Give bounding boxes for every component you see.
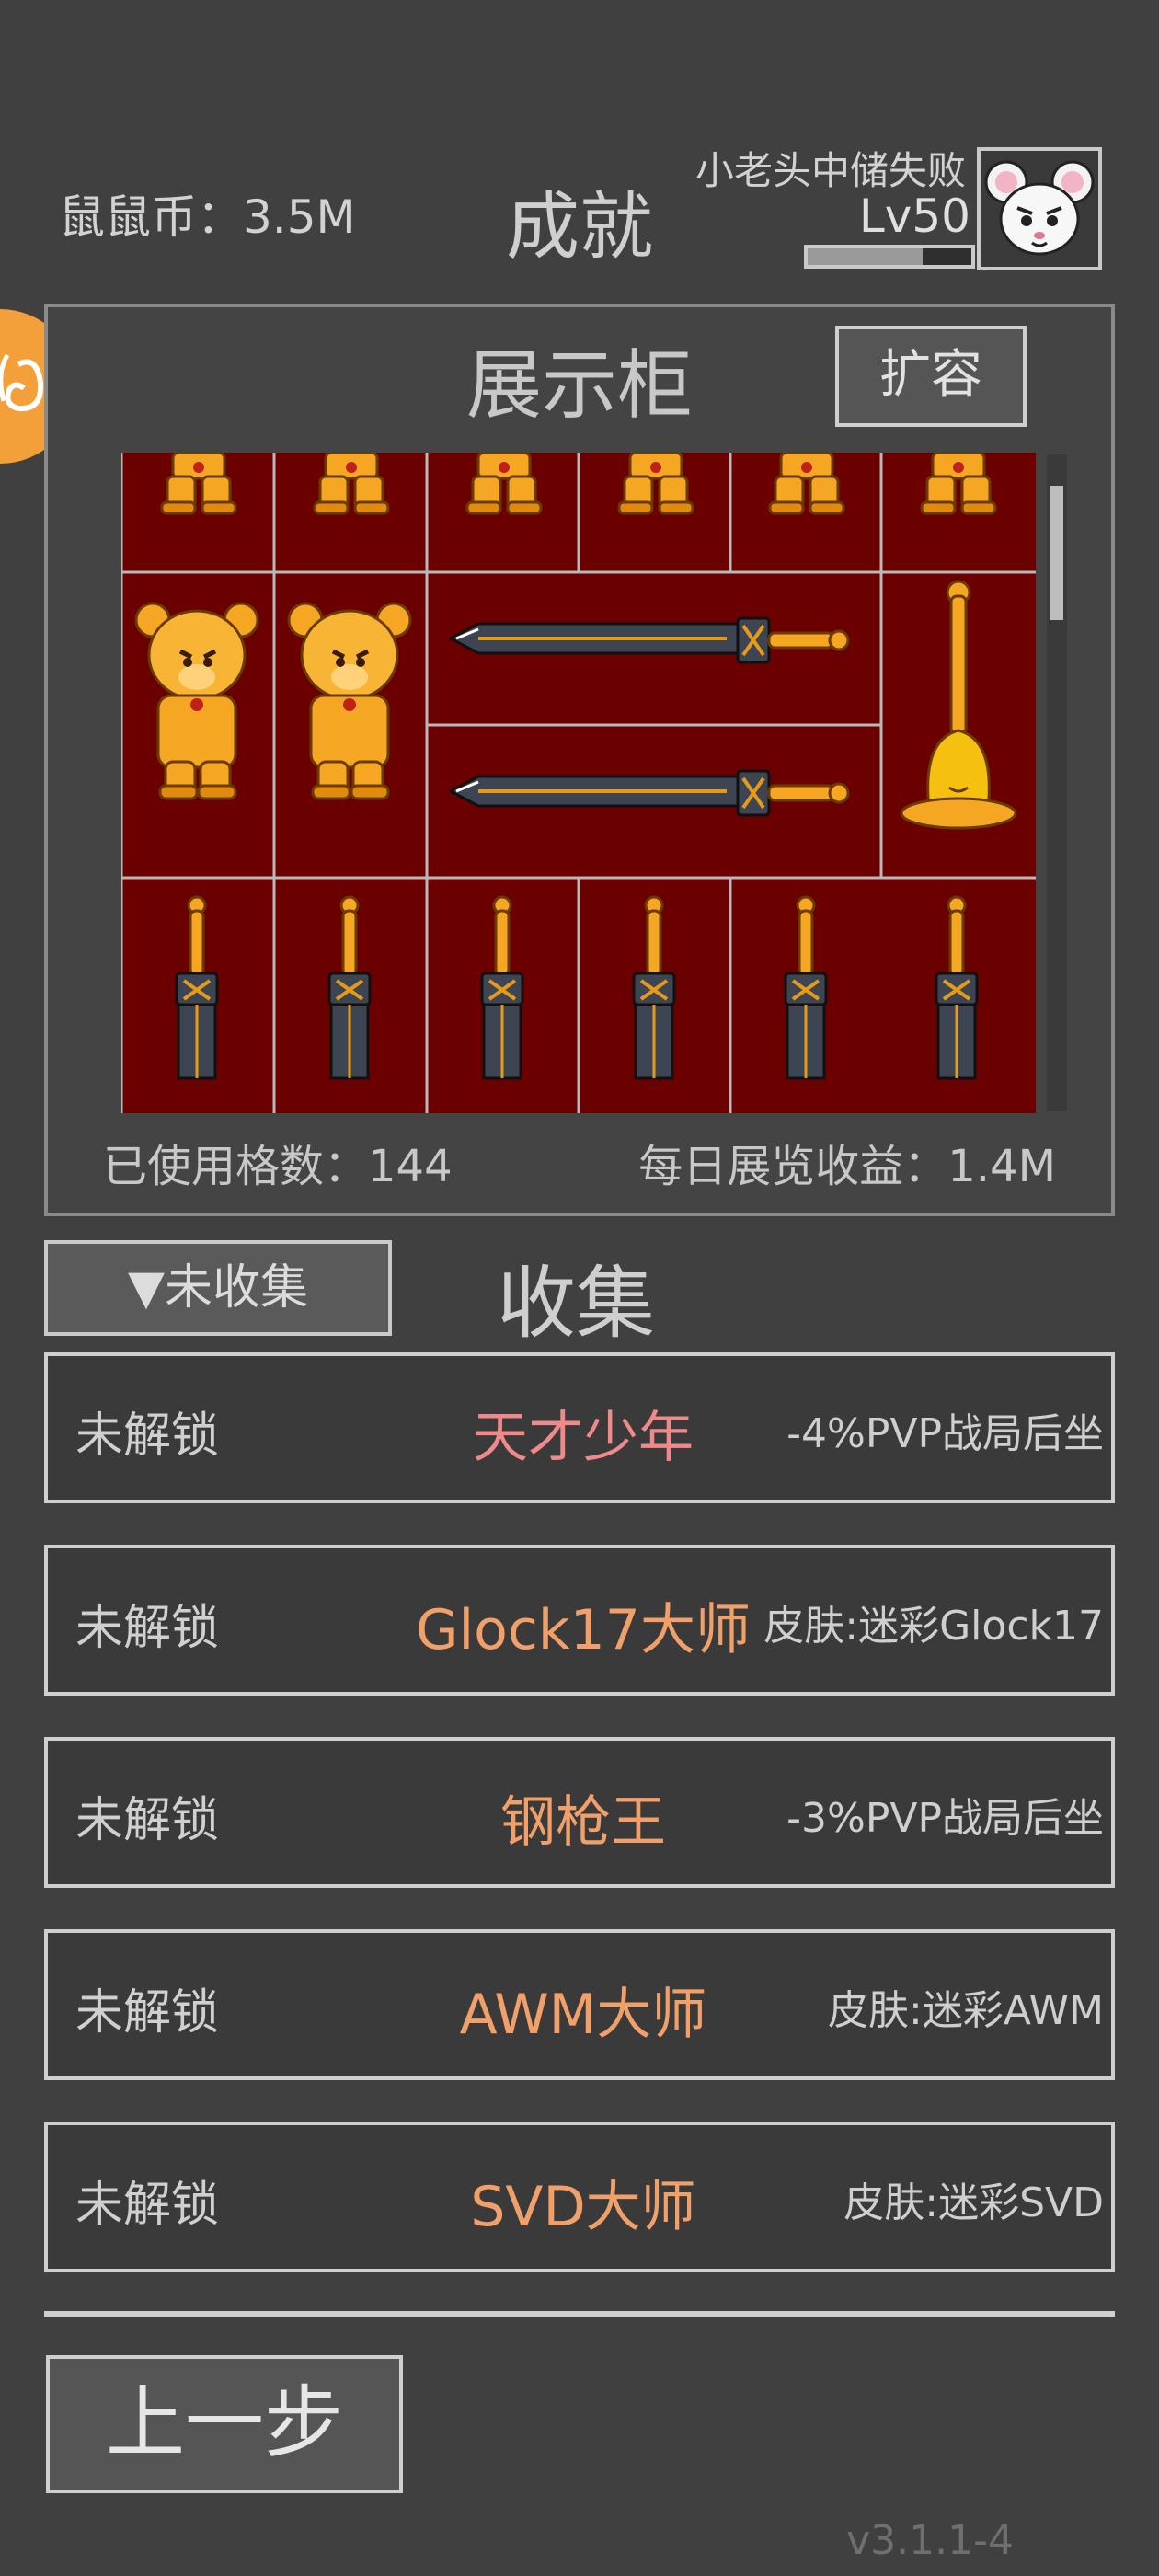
collection-title: 收集: [497, 1258, 655, 1350]
achievement-row[interactable]: 未解锁 天才少年 -4%PVP战局后坐: [44, 1352, 1115, 1503]
showcase-scroll-thumb[interactable]: [1050, 486, 1063, 620]
daily-income: 每日展览收益：1.4M: [638, 1141, 1056, 1192]
achievement-reward: -3%PVP战局后坐: [786, 1795, 1104, 1842]
mouse-avatar-icon: [984, 160, 1095, 256]
collection-filter-dropdown[interactable]: ▼未收集: [44, 1240, 392, 1336]
avatar[interactable]: [977, 147, 1102, 270]
sword-icon: [175, 616, 979, 1080]
showcase-grid[interactable]: [121, 453, 1036, 1113]
achievement-reward: 皮肤:迷彩Glock17: [763, 1603, 1104, 1650]
player-name: 小老头中储失败: [694, 148, 966, 193]
golden-plunger-icon: [900, 580, 1017, 830]
achievement-reward: 皮肤:迷彩AWM: [828, 1987, 1104, 2034]
xp-progress-bar: [804, 245, 975, 269]
achievement-row[interactable]: 未解锁 Glock17大师 皮肤:迷彩Glock17: [44, 1545, 1115, 1696]
xp-progress-fill: [808, 248, 923, 265]
back-button[interactable]: 上一步: [46, 2355, 403, 2493]
used-cells-count: 已使用格数：144: [103, 1141, 453, 1192]
achievement-reward: 皮肤:迷彩SVD: [843, 2179, 1104, 2226]
achievement-row-partial: [44, 2311, 1115, 2317]
achievement-row[interactable]: 未解锁 钢枪王 -3%PVP战局后坐: [44, 1737, 1115, 1888]
version-label: v3.1.1-4: [846, 2517, 1014, 2564]
achievement-row[interactable]: 未解锁 SVD大师 皮肤:迷彩SVD: [44, 2122, 1115, 2272]
achievement-row[interactable]: 未解锁 AWM大师 皮肤:迷彩AWM: [44, 1929, 1115, 2080]
achievement-reward: -4%PVP战局后坐: [786, 1410, 1104, 1457]
player-level: Lv50: [858, 190, 970, 243]
expand-button[interactable]: 扩容: [835, 326, 1027, 427]
